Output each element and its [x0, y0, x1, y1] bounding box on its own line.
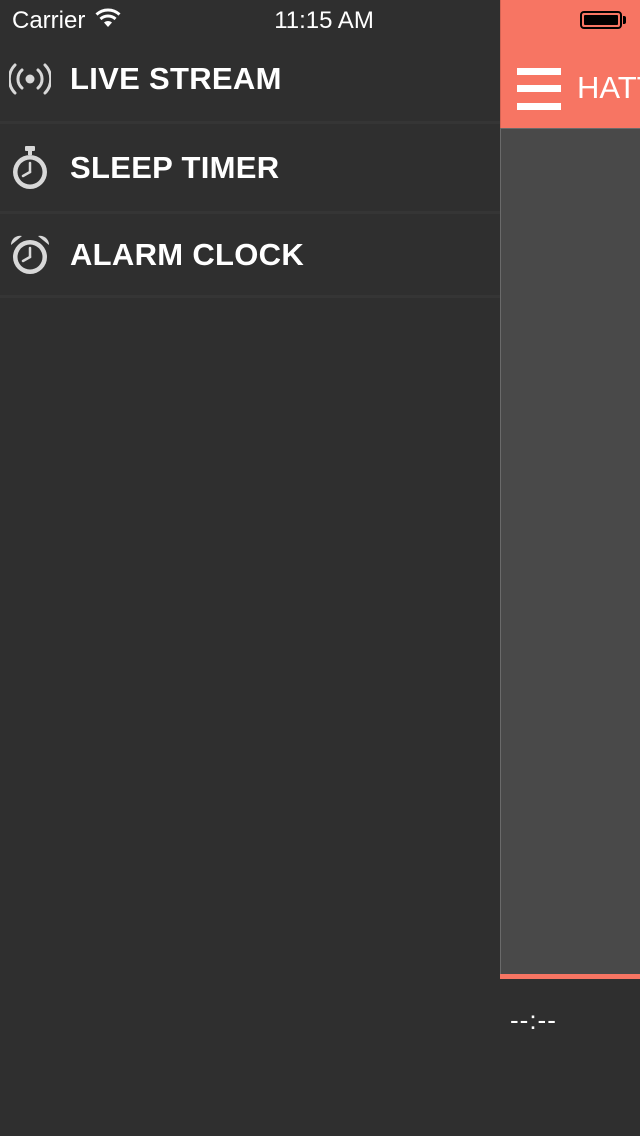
- battery-tip: [623, 16, 626, 24]
- status-bar-time: 11:15 AM: [274, 7, 374, 34]
- stopwatch-icon: [0, 145, 60, 191]
- menu-item-alarm-clock[interactable]: ALARM CLOCK: [0, 214, 500, 298]
- battery-icon: [580, 11, 622, 29]
- hamburger-menu-icon[interactable]: [517, 68, 561, 110]
- main-panel: HATT --:--: [500, 0, 640, 1136]
- content-area: [500, 128, 640, 974]
- player-bar: --:--: [500, 979, 640, 1136]
- menu-item-label: SLEEP TIMER: [70, 149, 280, 185]
- menu-item-label: LIVE STREAM: [70, 60, 282, 96]
- time-readout: --:--: [510, 1005, 557, 1035]
- menu-item-live-stream[interactable]: LIVE STREAM: [0, 36, 500, 124]
- menu-item-sleep-timer[interactable]: SLEEP TIMER: [0, 124, 500, 214]
- side-menu: LIVE STREAM SLEEP TIMER ALARM CLOCK: [0, 0, 500, 1136]
- menu-item-label: ALARM CLOCK: [70, 236, 305, 272]
- page-title: HATT: [577, 70, 640, 105]
- broadcast-icon: [0, 63, 60, 95]
- screen: LIVE STREAM SLEEP TIMER ALARM CLOCK HAT …: [0, 0, 640, 1136]
- alarm-clock-icon: [0, 234, 60, 276]
